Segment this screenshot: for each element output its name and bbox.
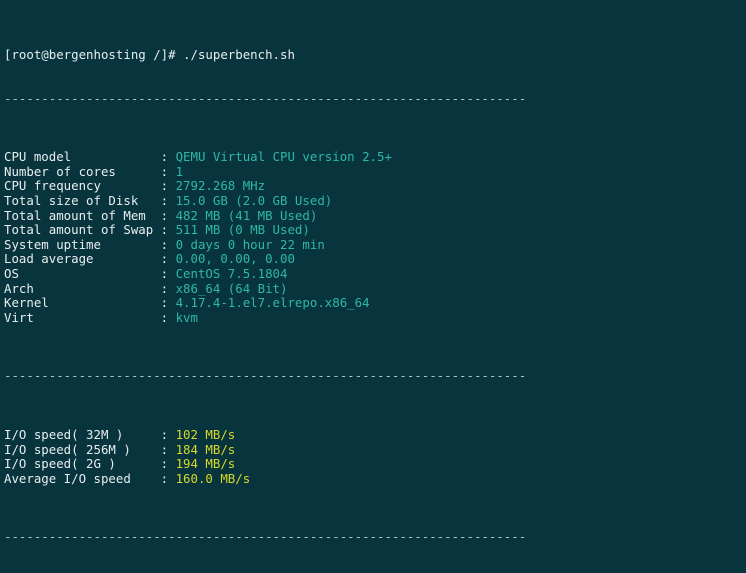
sysinfo-value: 15.0 GB (2.0 GB Used) [175,193,333,209]
io-speed-value: 194 MB/s [175,456,236,472]
sysinfo-value: 0.00, 0.00, 0.00 [175,251,295,267]
sysinfo-row: CPU model : QEMU Virtual CPU version 2.5… [4,149,746,165]
sysinfo-row: Kernel : 4.17.4-1.el7.elrepo.x86_64 [4,296,746,311]
separator-line-1: ----------------------------------------… [4,90,527,106]
sysinfo-label: Virt : [4,309,176,325]
io-speed-value: 184 MB/s [175,441,236,457]
sysinfo-value: QEMU Virtual CPU version 2.5+ [175,149,392,165]
sysinfo-row: Load average : 0.00, 0.00, 0.00 [4,252,746,267]
sysinfo-row: Total amount of Mem : 482 MB (41 MB Used… [4,207,746,224]
io-speed-row: I/O speed( 2G ) : 194 MB/s [4,456,746,472]
system-info-block: CPU model : QEMU Virtual CPU version 2.5… [4,149,746,326]
sysinfo-row: Total size of Disk : 15.0 GB (2.0 GB Use… [4,193,746,209]
sysinfo-row: CPU frequency : 2792.268 MHz [4,179,746,194]
sysinfo-label: System uptime : [4,236,176,252]
sysinfo-value: 2792.268 MHz [175,178,266,194]
sysinfo-value: 4.17.4-1.el7.elrepo.x86_64 [175,295,370,311]
sysinfo-label: OS : [4,266,176,282]
io-speed-value: 160.0 MB/s [175,470,251,486]
sysinfo-label: Load average : [4,251,176,267]
sysinfo-row: Number of cores : 1 [4,163,746,180]
sysinfo-value: 0 days 0 hour 22 min [175,236,325,252]
sysinfo-row: OS : CentOS 7.5.1804 [4,266,746,282]
shell-prompt-line: [root@bergenhosting /]# ./superbench.sh [4,46,295,62]
io-speed-row: I/O speed( 256M ) : 184 MB/s [4,441,746,458]
sysinfo-label: Kernel : [4,295,176,311]
sysinfo-value: 1 [175,163,184,179]
io-speed-label: I/O speed( 2G ) : [4,456,176,472]
sysinfo-value: 511 MB (0 MB Used) [175,222,310,238]
io-speed-label: I/O speed( 256M ) : [4,441,176,457]
sysinfo-label: Number of cores : [4,163,176,179]
sysinfo-label: Arch : [4,280,176,296]
io-speed-label: I/O speed( 32M ) : [4,426,176,442]
sysinfo-row: Arch : x86_64 (64 Bit) [4,280,746,297]
io-speed-label: Average I/O speed : [4,470,176,486]
sysinfo-value: kvm [175,309,198,325]
sysinfo-value: x86_64 (64 Bit) [175,280,288,296]
sysinfo-label: CPU model : [4,149,176,165]
sysinfo-label: Total amount of Mem : [4,207,176,223]
separator-line-2: ----------------------------------------… [4,368,527,384]
io-speed-block: I/O speed( 32M ) : 102 MB/s I/O speed( 25… [4,426,746,487]
sysinfo-value: 482 MB (41 MB Used) [175,207,318,223]
io-speed-value: 102 MB/s [175,426,236,442]
sysinfo-label: Total amount of Swap : [4,222,176,238]
sysinfo-row: Total amount of Swap : 511 MB (0 MB Used… [4,222,746,238]
sysinfo-label: CPU frequency : [4,178,176,194]
terminal-window[interactable]: [root@bergenhosting /]# ./superbench.sh … [0,0,746,573]
io-speed-row: I/O speed( 32M ) : 102 MB/s [4,426,746,443]
sysinfo-row: Virt : kvm [4,309,746,326]
separator-line-3: ----------------------------------------… [4,529,527,545]
sysinfo-value: CentOS 7.5.1804 [175,266,288,282]
sysinfo-row: System uptime : 0 days 0 hour 22 min [4,236,746,253]
io-speed-row: Average I/O speed : 160.0 MB/s [4,470,746,487]
sysinfo-label: Total size of Disk : [4,193,176,209]
